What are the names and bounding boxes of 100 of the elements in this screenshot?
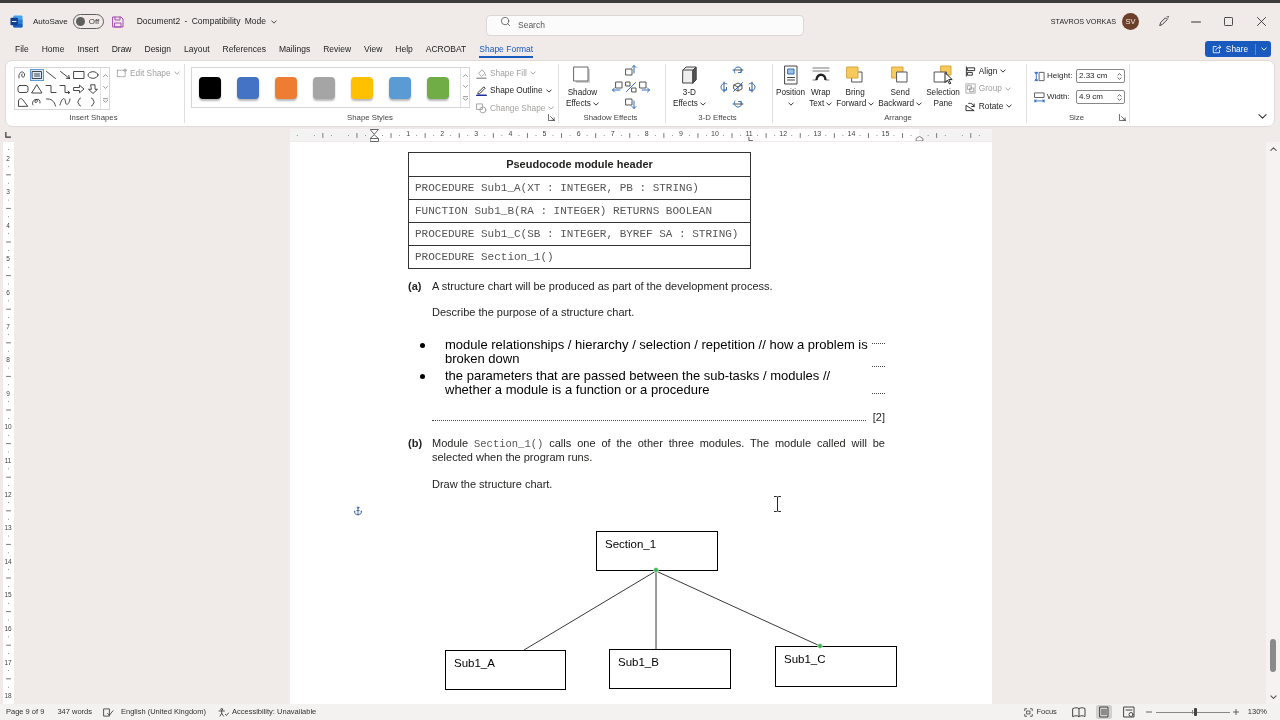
menu-tab[interactable]: Layout: [183, 40, 210, 58]
dialog-launcher-icon[interactable]: [548, 114, 555, 121]
triangle-shape-icon[interactable]: [31, 83, 43, 94]
answer-text: the parameters that are passed between the sub-tasks / modules // whether a module is a function or a procedure: [445, 369, 832, 397]
style-swatch-icon[interactable]: [275, 76, 297, 99]
style-swatch-icon[interactable]: [427, 76, 449, 99]
search-icon: [500, 16, 511, 27]
style-swatch-icon[interactable]: [237, 76, 259, 99]
menu-tab[interactable]: View: [364, 40, 383, 58]
oval-shape-icon[interactable]: [87, 70, 99, 80]
search-field[interactable]: Search: [486, 14, 804, 36]
elbow-arrow-shape-icon[interactable]: [59, 83, 71, 94]
arrow-shape-icon[interactable]: [59, 70, 71, 80]
tilt-arrow-icon[interactable]: [731, 63, 744, 76]
cube-book-icon: [679, 65, 700, 85]
menu-tab[interactable]: Home: [41, 40, 65, 58]
pen-icon[interactable]: [1158, 16, 1169, 27]
vertical-scrollbar[interactable]: [1266, 142, 1280, 704]
scroll-down-icon[interactable]: [1269, 695, 1277, 699]
answer-line: [872, 342, 885, 344]
print-layout-icon[interactable]: [1095, 705, 1112, 719]
menu-tab[interactable]: File: [15, 40, 29, 58]
accessibility-icon[interactable]: [218, 707, 230, 717]
square-arrow-up-icon[interactable]: [624, 63, 637, 76]
align-button[interactable]: Align: [964, 63, 1013, 79]
square-arrow-down-icon[interactable]: [624, 97, 637, 110]
curve-shape-icon[interactable]: [59, 97, 71, 107]
group-icon: [964, 83, 976, 94]
wrap-text-button[interactable]: Wrap Text: [807, 64, 835, 109]
plus-icon[interactable]: [1232, 709, 1239, 715]
autosave-toggle[interactable]: Off: [72, 14, 104, 29]
style-swatch-icon[interactable]: [313, 76, 335, 99]
zoom-slider-thumb[interactable]: [1194, 708, 1198, 716]
selection-pane-button[interactable]: Selection Pane: [924, 64, 962, 109]
scrollbar-thumb[interactable]: [1270, 639, 1276, 672]
autosave-label: AutoSave: [33, 17, 68, 26]
shape-outline-button[interactable]: Shape Outline: [476, 82, 555, 99]
dialog-launcher-icon[interactable]: [1119, 114, 1126, 121]
menu-tab[interactable]: References: [222, 40, 266, 58]
square-arrow-left-icon[interactable]: [610, 80, 623, 93]
rotate-button[interactable]: Rotate: [964, 98, 1013, 114]
share-button[interactable]: Share: [1204, 41, 1271, 57]
style-swatch-icon[interactable]: [389, 76, 411, 99]
elbow-connector-shape-icon[interactable]: [45, 83, 57, 94]
menu-tab[interactable]: Help: [395, 40, 413, 58]
tab-selector-icon[interactable]: [5, 132, 11, 138]
menu-tab[interactable]: ACROBAT: [425, 40, 467, 58]
paint-bucket-icon: [476, 67, 487, 79]
line-shape-icon[interactable]: [45, 70, 57, 80]
anchor-icon[interactable]: [353, 506, 363, 516]
zoom-slider[interactable]: [1155, 707, 1230, 717]
menu-tab[interactable]: Insert: [77, 40, 99, 58]
read-mode-icon[interactable]: [1070, 705, 1087, 719]
table-cell: PROCEDURE Section_1(): [409, 245, 750, 268]
menu-tab[interactable]: Mailings: [278, 40, 311, 58]
spinner-icon[interactable]: [1117, 71, 1122, 81]
collapse-ribbon-icon[interactable]: [1258, 114, 1267, 119]
style-swatch-icon[interactable]: [351, 76, 373, 99]
indent-marker-icon[interactable]: [370, 129, 379, 142]
height-field[interactable]: 2.33 cm: [1076, 69, 1125, 83]
3d-effects-button[interactable]: 3-D Effects: [671, 64, 708, 109]
send-backward-button[interactable]: Send Backward: [876, 64, 925, 109]
freeform-shape-icon[interactable]: [17, 97, 29, 107]
rounded-rectangle-shape-icon[interactable]: [17, 83, 29, 94]
text-box-shape-icon[interactable]: [31, 70, 43, 80]
menu-tab[interactable]: Shape Format: [479, 40, 534, 58]
chart-node[interactable]: Sub1_A: [445, 650, 566, 690]
menu-tab[interactable]: Design: [144, 40, 171, 58]
close-icon[interactable]: [1257, 17, 1266, 26]
scribble-shape-icon[interactable]: [31, 97, 43, 107]
block-arrow-down-shape-icon[interactable]: [87, 83, 99, 94]
text-cursor-icon: [774, 496, 781, 512]
maximize-icon[interactable]: [1224, 17, 1233, 26]
shadow-square-icon: [572, 65, 593, 85]
chart-node[interactable]: Sub1_B: [609, 649, 731, 689]
spinner-icon[interactable]: [1117, 92, 1122, 102]
book-check-icon[interactable]: [103, 707, 114, 717]
bring-forward-button[interactable]: Bring Forward: [834, 64, 877, 109]
tilt-arrow-icon[interactable]: [717, 80, 730, 93]
arc-shape-icon[interactable]: [45, 97, 57, 107]
chart-node[interactable]: Sub1_C: [775, 646, 897, 687]
save-icon[interactable]: [111, 15, 124, 28]
marks-label: [2]: [872, 411, 885, 424]
square-arrow-right-icon[interactable]: [638, 80, 651, 93]
cube-slash-icon[interactable]: [731, 80, 744, 93]
squares-slash-icon[interactable]: [624, 80, 637, 93]
menu-tab[interactable]: Draw: [111, 40, 132, 58]
width-field[interactable]: 4.9 cm: [1076, 90, 1125, 104]
align-icon: [964, 65, 976, 77]
word-logo-icon[interactable]: [10, 15, 23, 28]
chevron-down-icon: [1000, 69, 1007, 73]
rectangle-shape-icon[interactable]: [73, 70, 85, 80]
chart-node[interactable]: Section_1: [596, 531, 718, 571]
shadow-effects-button[interactable]: Shadow Effects: [564, 64, 601, 109]
scroll-up-icon[interactable]: [1269, 147, 1277, 151]
style-swatch-icon[interactable]: [199, 76, 221, 99]
position-button[interactable]: Position: [774, 64, 808, 106]
menu-tab[interactable]: Review: [323, 40, 352, 58]
block-arrow-right-shape-icon[interactable]: [73, 83, 85, 94]
web-layout-icon[interactable]: [1120, 705, 1137, 719]
